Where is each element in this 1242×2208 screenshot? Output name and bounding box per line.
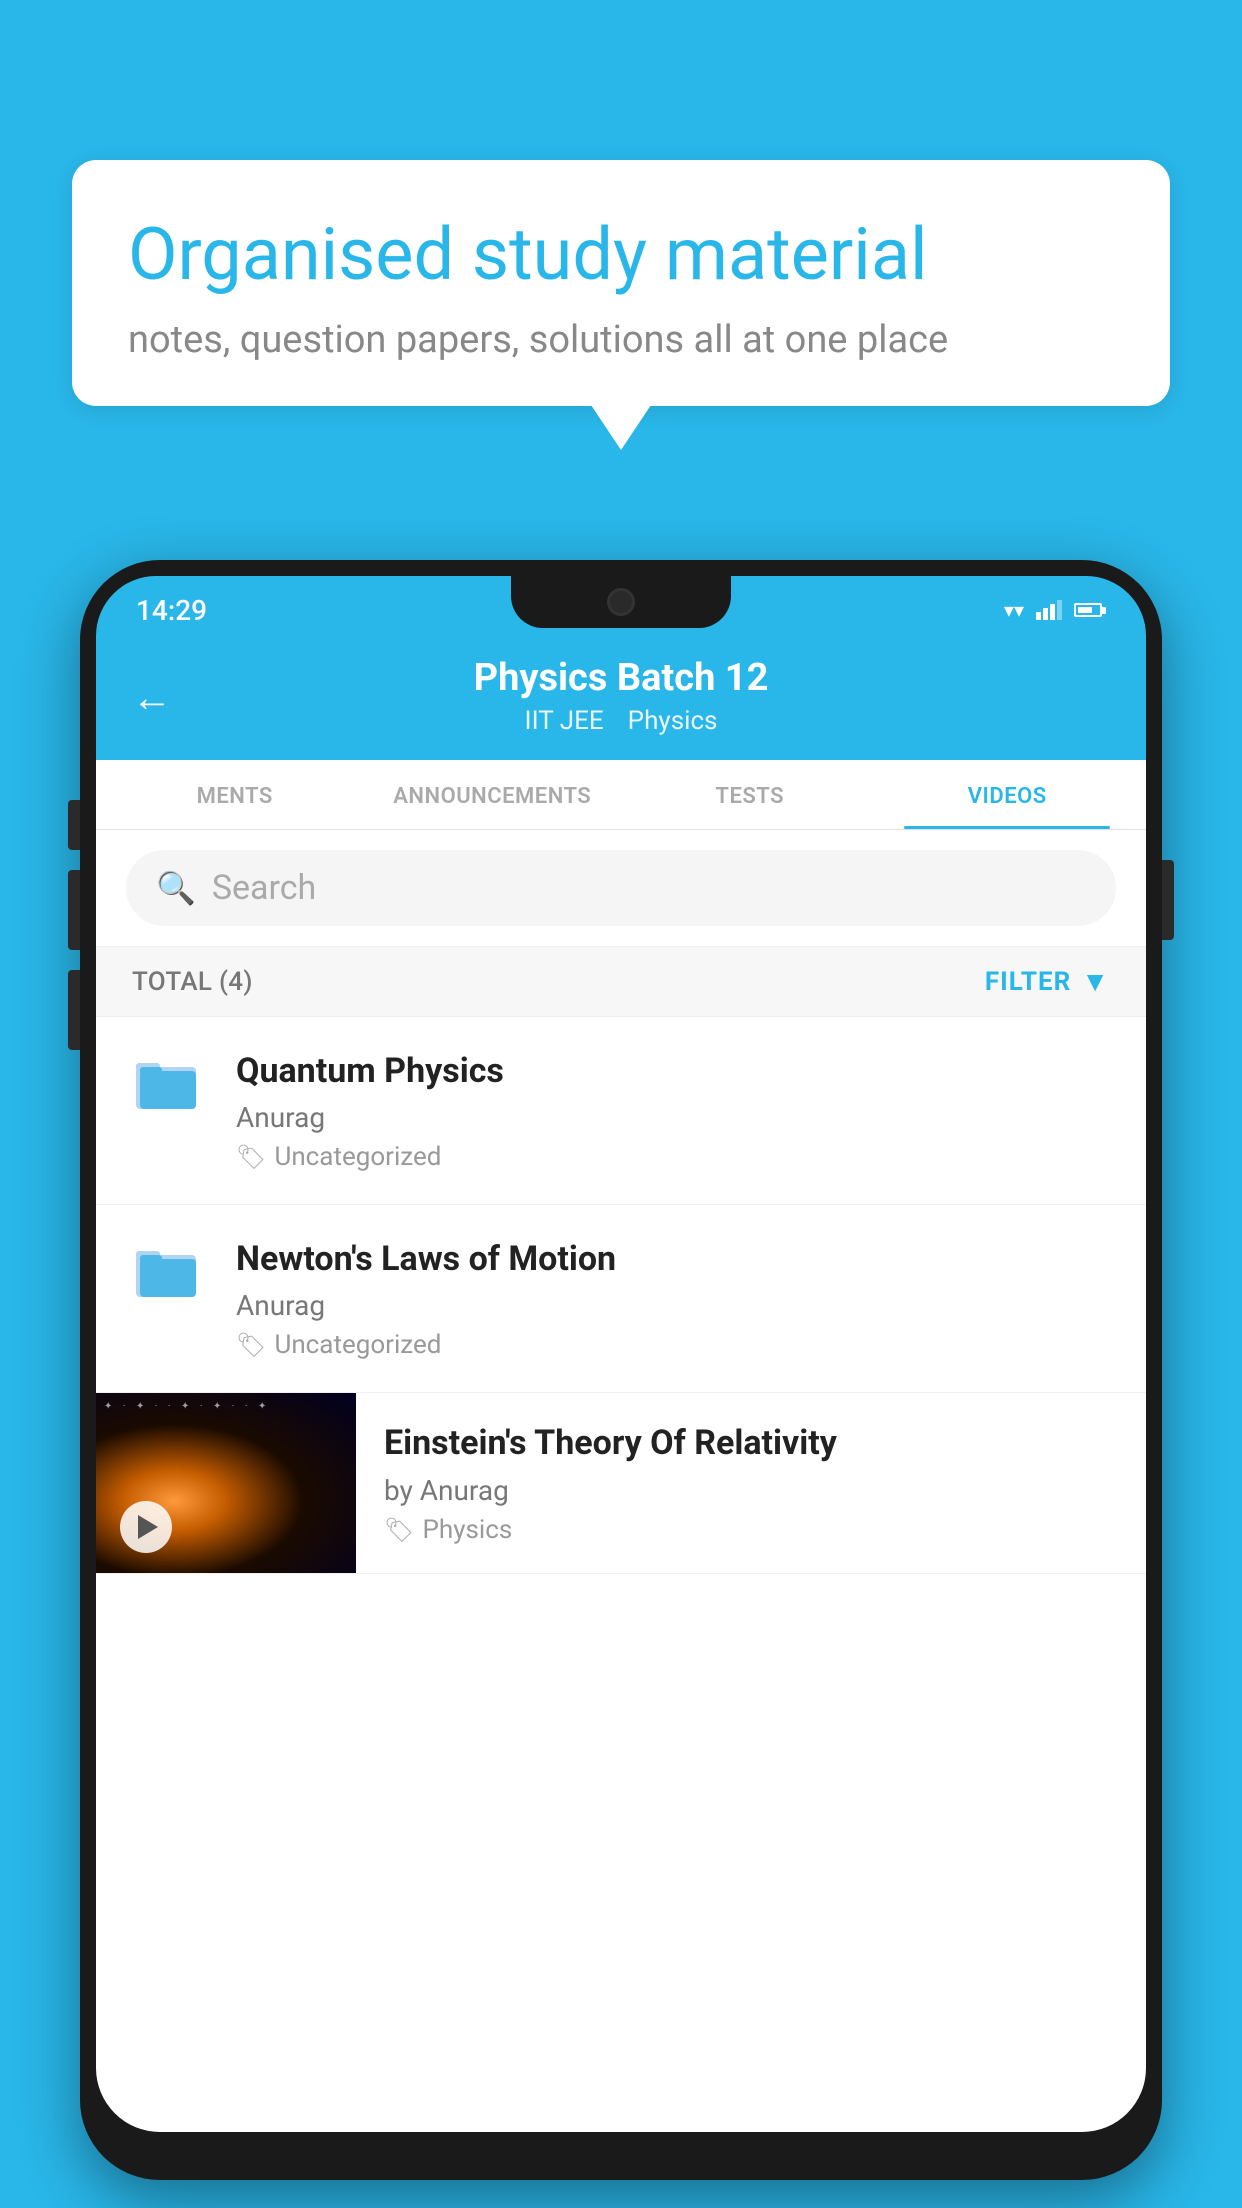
search-container: 🔍 Search <box>96 830 1146 947</box>
tab-videos[interactable]: VIDEOS <box>879 760 1137 829</box>
app-header: ← Physics Batch 12 IIT JEE Physics <box>96 636 1146 760</box>
tab-ments[interactable]: MENTS <box>106 760 364 829</box>
video-tag: 🏷 Uncategorized <box>236 1330 1110 1360</box>
video-author: by Anurag <box>384 1474 1118 1507</box>
phone-outer: 14:29 ▾▾ ← Physics Batch 12 <box>80 560 1162 2180</box>
breadcrumb: IIT JEE Physics <box>525 706 718 736</box>
filter-row: TOTAL (4) FILTER ▼ <box>96 947 1146 1017</box>
status-icons: ▾▾ <box>1004 598 1106 622</box>
list-item[interactable]: Quantum Physics Anurag 🏷 Uncategorized <box>96 1017 1146 1205</box>
phone-mockup: 14:29 ▾▾ ← Physics Batch 12 <box>80 560 1162 2180</box>
tag-icon: 🏷 <box>384 1516 414 1544</box>
list-item[interactable]: Einstein's Theory Of Relativity by Anura… <box>96 1393 1146 1574</box>
video-title: Quantum Physics <box>236 1049 1110 1093</box>
video-tag: 🏷 Physics <box>384 1515 1118 1545</box>
front-camera <box>607 588 635 616</box>
list-item[interactable]: Newton's Laws of Motion Anurag 🏷 Uncateg… <box>96 1205 1146 1393</box>
wifi-icon: ▾▾ <box>1004 598 1024 622</box>
folder-icon-wrap <box>132 1053 212 1133</box>
video-title: Newton's Laws of Motion <box>236 1237 1110 1281</box>
filter-icon: ▼ <box>1081 965 1110 998</box>
breadcrumb-iit: IIT JEE <box>525 706 604 736</box>
filter-button[interactable]: FILTER ▼ <box>985 965 1110 998</box>
search-icon: 🔍 <box>156 869 196 907</box>
video-info: Newton's Laws of Motion Anurag 🏷 Uncateg… <box>236 1237 1110 1360</box>
bubble-title: Organised study material <box>128 212 1114 298</box>
phone-notch <box>511 576 731 628</box>
tag-icon: 🏷 <box>236 1143 266 1171</box>
silent-button <box>68 970 80 1050</box>
video-info: Quantum Physics Anurag 🏷 Uncategorized <box>236 1049 1110 1172</box>
folder-icon <box>132 1241 204 1301</box>
power-button <box>1162 860 1174 940</box>
tag-label: Uncategorized <box>274 1330 441 1360</box>
search-box[interactable]: 🔍 Search <box>126 850 1116 926</box>
folder-icon-wrap <box>132 1241 212 1321</box>
video-list: Quantum Physics Anurag 🏷 Uncategorized <box>96 1017 1146 1574</box>
video-info: Einstein's Theory Of Relativity by Anura… <box>356 1393 1146 1568</box>
phone-screen: ← Physics Batch 12 IIT JEE Physics MENTS… <box>96 636 1146 2132</box>
filter-label: FILTER <box>985 967 1071 997</box>
status-time: 14:29 <box>136 594 207 627</box>
volume-down-button <box>68 870 80 950</box>
header-title: Physics Batch 12 <box>474 656 769 700</box>
play-button[interactable] <box>120 1501 172 1553</box>
folder-icon <box>132 1053 204 1113</box>
play-icon <box>138 1515 158 1539</box>
breadcrumb-physics: Physics <box>628 706 718 736</box>
bubble-subtitle: notes, question papers, solutions all at… <box>128 318 1114 362</box>
tabs-bar: MENTS ANNOUNCEMENTS TESTS VIDEOS <box>96 760 1146 830</box>
back-button[interactable]: ← <box>132 678 172 718</box>
video-tag: 🏷 Uncategorized <box>236 1142 1110 1172</box>
total-count: TOTAL (4) <box>132 967 253 997</box>
tab-tests[interactable]: TESTS <box>621 760 879 829</box>
video-thumbnail <box>96 1393 356 1573</box>
volume-up-button <box>68 800 80 850</box>
tab-announcements[interactable]: ANNOUNCEMENTS <box>364 760 622 829</box>
tag-icon: 🏷 <box>236 1331 266 1359</box>
tag-label: Uncategorized <box>274 1142 441 1172</box>
signal-icon <box>1036 600 1062 620</box>
tag-label: Physics <box>422 1515 512 1545</box>
search-placeholder: Search <box>212 868 316 908</box>
battery-icon <box>1074 603 1106 617</box>
video-title: Einstein's Theory Of Relativity <box>384 1421 1118 1465</box>
speech-bubble: Organised study material notes, question… <box>72 160 1170 406</box>
video-author: Anurag <box>236 1101 1110 1134</box>
video-author: Anurag <box>236 1289 1110 1322</box>
